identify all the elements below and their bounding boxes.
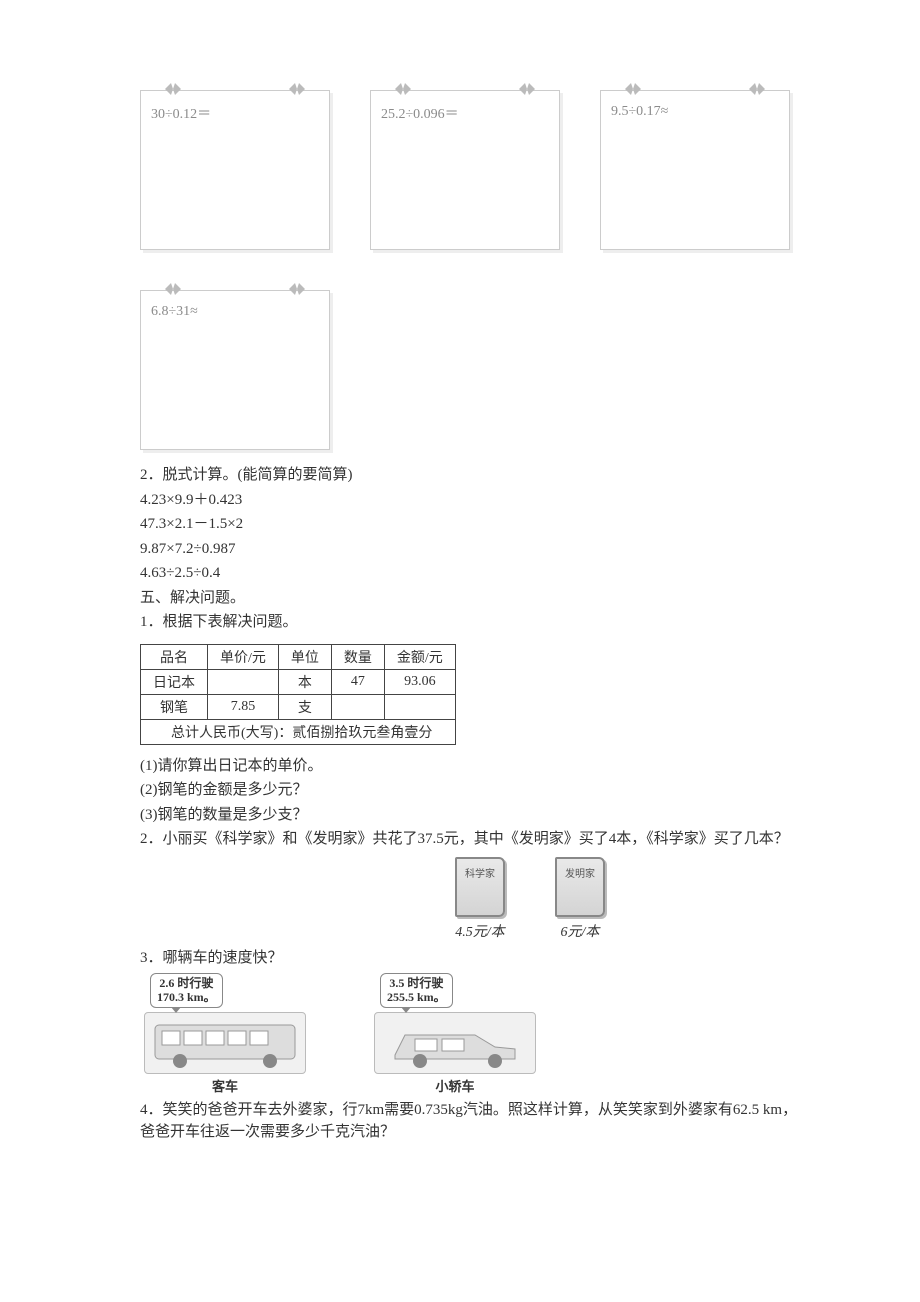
- calc-card: 6.8÷31≈: [140, 290, 330, 450]
- book-price: 6元/本: [561, 921, 600, 941]
- book-title: 科学家: [465, 865, 495, 880]
- calc-expression: 25.2÷0.096＝: [381, 107, 459, 122]
- table-row: 日记本 本 47 93.06: [141, 669, 456, 694]
- sub-question: (1)请你算出日记本的单价。: [140, 755, 800, 778]
- bow-icon: [623, 79, 643, 99]
- calc-card: 30÷0.12＝: [140, 90, 330, 250]
- td: 47: [331, 669, 384, 694]
- calc-card: 25.2÷0.096＝: [370, 90, 560, 250]
- book-icon: 科学家: [455, 857, 505, 917]
- expr-item: 4.23×9.9＋0.423: [140, 489, 800, 512]
- price-table: 品名 单价/元 单位 数量 金额/元 日记本 本 47 93.06 钢笔 7.8…: [140, 644, 456, 745]
- book-title: 发明家: [565, 865, 595, 880]
- car-icon: [374, 1012, 536, 1074]
- th: 单位: [278, 644, 331, 669]
- bow-icon: [747, 79, 767, 99]
- th: 单价/元: [208, 644, 279, 669]
- bubble-line: 2.6 时行驶: [157, 976, 216, 990]
- book-item: 科学家 4.5元/本: [455, 857, 505, 941]
- td: 7.85: [208, 694, 279, 719]
- table-footer: 总计人民币(大写)：贰佰捌拾玖元叁角壹分: [141, 719, 456, 744]
- td: 本: [278, 669, 331, 694]
- td: 93.06: [384, 669, 455, 694]
- expr-item: 9.87×7.2÷0.987: [140, 538, 800, 561]
- td: [384, 694, 455, 719]
- calc-expression: 9.5÷0.17≈: [611, 104, 668, 119]
- vehicle-item: 3.5 时行驶 255.5 km。 小轿车: [370, 973, 540, 1095]
- speech-bubble: 3.5 时行驶 255.5 km。: [380, 973, 453, 1008]
- speech-bubble: 2.6 时行驶 170.3 km。: [150, 973, 223, 1008]
- bus-icon: [144, 1012, 306, 1074]
- th: 数量: [331, 644, 384, 669]
- book-item: 发明家 6元/本: [555, 857, 605, 941]
- bubble-line: 3.5 时行驶: [387, 976, 446, 990]
- books-row: 科学家 4.5元/本 发明家 6元/本: [260, 857, 800, 941]
- section-title: 2．脱式计算。(能简算的要简算): [140, 464, 800, 487]
- bow-icon: [517, 79, 537, 99]
- vehicle-label: 客车: [212, 1076, 238, 1095]
- section-heading: 五、解决问题。: [140, 587, 800, 610]
- bow-icon: [393, 79, 413, 99]
- expr-item: 47.3×2.1－1.5×2: [140, 513, 800, 536]
- table-footer-row: 总计人民币(大写)：贰佰捌拾玖元叁角壹分: [141, 719, 456, 744]
- bubble-line: 255.5 km。: [387, 990, 446, 1004]
- table-header-row: 品名 单价/元 单位 数量 金额/元: [141, 644, 456, 669]
- question-title: 1．根据下表解决问题。: [140, 611, 800, 634]
- book-icon: 发明家: [555, 857, 605, 917]
- sub-question: (2)钢笔的金额是多少元？: [140, 779, 800, 802]
- td: [331, 694, 384, 719]
- bow-icon: [163, 79, 183, 99]
- td: [208, 669, 279, 694]
- book-price: 4.5元/本: [455, 921, 504, 941]
- calc-card: 9.5÷0.17≈: [600, 90, 790, 250]
- question-text: 3．哪辆车的速度快？: [140, 947, 800, 970]
- calc-card-grid: 30÷0.12＝ 25.2÷0.096＝ 9.5÷0.17≈ 6.8÷31≈: [140, 90, 800, 450]
- vehicles-row: 2.6 时行驶 170.3 km。 客车 3.5 时行驶 255.5 km。 小…: [140, 973, 800, 1095]
- td: 钢笔: [141, 694, 208, 719]
- calc-expression: 6.8÷31≈: [151, 304, 198, 319]
- table-row: 钢笔 7.85 支: [141, 694, 456, 719]
- td: 日记本: [141, 669, 208, 694]
- td: 支: [278, 694, 331, 719]
- expr-item: 4.63÷2.5÷0.4: [140, 562, 800, 585]
- question-text: 2．小丽买《科学家》和《发明家》共花了37.5元，其中《发明家》买了4本，《科学…: [140, 828, 800, 851]
- th: 金额/元: [384, 644, 455, 669]
- vehicle-item: 2.6 时行驶 170.3 km。 客车: [140, 973, 310, 1095]
- bow-icon: [163, 279, 183, 299]
- bow-icon: [287, 79, 307, 99]
- bow-icon: [287, 279, 307, 299]
- calc-expression: 30÷0.12＝: [151, 107, 211, 122]
- sub-question: (3)钢笔的数量是多少支？: [140, 804, 800, 827]
- question-text: 4．笑笑的爸爸开车去外婆家，行7km需要0.735kg汽油。照这样计算，从笑笑家…: [140, 1099, 800, 1144]
- vehicle-label: 小轿车: [435, 1076, 474, 1095]
- bubble-line: 170.3 km。: [157, 990, 216, 1004]
- th: 品名: [141, 644, 208, 669]
